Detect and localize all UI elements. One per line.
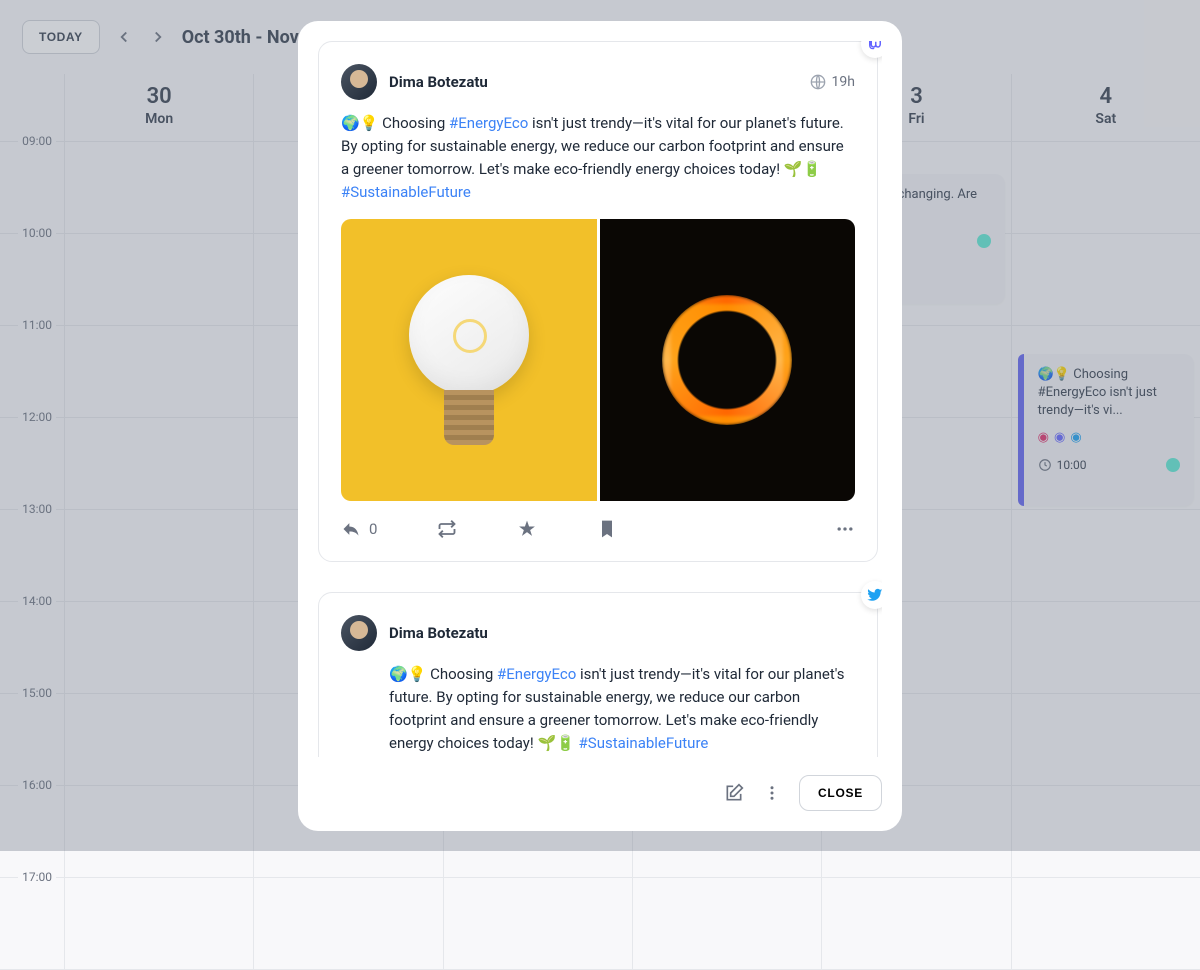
hashtag-link[interactable]: #SustainableFuture xyxy=(341,183,471,201)
hashtag-link[interactable]: #EnergyEco xyxy=(497,665,576,683)
bookmark-button[interactable] xyxy=(597,519,617,539)
more-button[interactable] xyxy=(835,519,855,539)
author-avatar[interactable] xyxy=(341,64,377,100)
post-body: 🌍💡 Choosing #EnergyEco isn't just trendy… xyxy=(341,663,855,756)
post-media xyxy=(341,219,855,501)
post-image[interactable] xyxy=(341,219,597,501)
boost-button[interactable] xyxy=(437,519,457,539)
reply-button[interactable]: 0 xyxy=(341,519,377,539)
globe-icon xyxy=(810,74,826,90)
post-card-mastodon: Dima Botezatu 19h 🌍💡 Choosing #EnergyEco… xyxy=(318,41,878,562)
post-actions: 0 xyxy=(341,519,855,539)
author-avatar[interactable] xyxy=(341,615,377,651)
author-name[interactable]: Dima Botezatu xyxy=(389,624,488,642)
post-card-twitter: Dima Botezatu 🌍💡 Choosing #EnergyEco isn… xyxy=(318,592,878,757)
edit-button[interactable] xyxy=(723,782,745,804)
post-detail-modal: Dima Botezatu 19h 🌍💡 Choosing #EnergyEco… xyxy=(298,21,902,831)
hashtag-link[interactable]: #EnergyEco xyxy=(449,114,528,132)
time-label: 17:00 xyxy=(0,878,64,970)
twitter-badge-icon xyxy=(861,581,882,609)
mastodon-badge-icon xyxy=(861,41,882,58)
hashtag-link[interactable]: #SustainableFuture xyxy=(579,734,709,752)
author-name[interactable]: Dima Botezatu xyxy=(389,73,488,91)
favorite-button[interactable] xyxy=(517,519,537,539)
modal-footer: CLOSE xyxy=(318,757,882,811)
post-image[interactable] xyxy=(600,219,856,501)
close-button[interactable]: CLOSE xyxy=(799,775,882,811)
more-options-button[interactable] xyxy=(761,782,783,804)
modal-overlay[interactable]: Dima Botezatu 19h 🌍💡 Choosing #EnergyEco… xyxy=(0,0,1200,851)
post-body: 🌍💡 Choosing #EnergyEco isn't just trendy… xyxy=(341,112,855,205)
post-timestamp: 19h xyxy=(832,74,855,90)
